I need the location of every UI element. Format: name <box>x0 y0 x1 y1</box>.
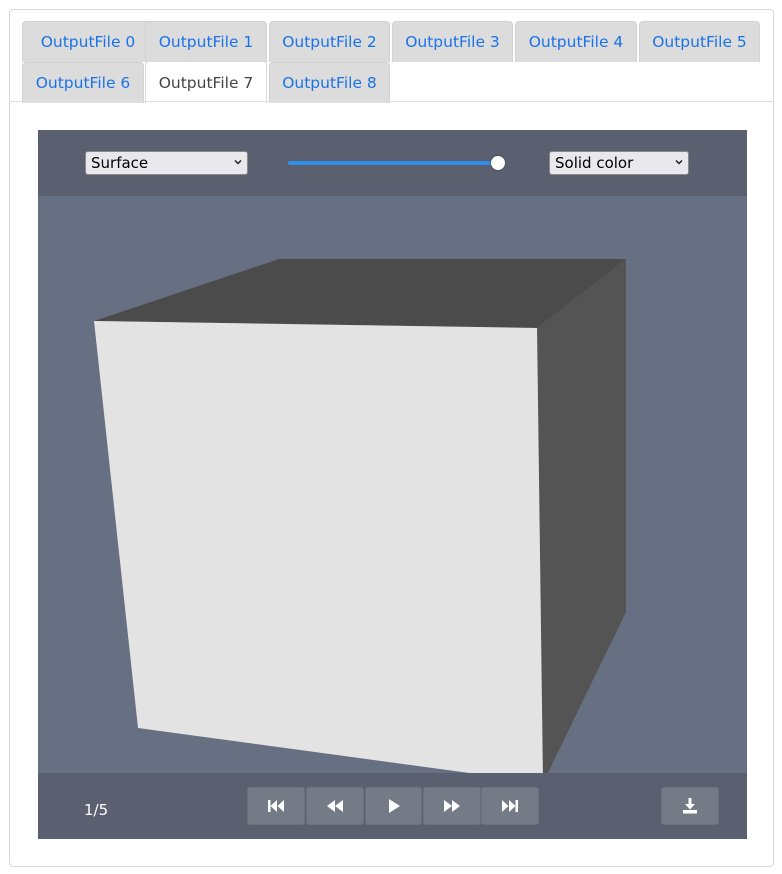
tab-outputfile-8[interactable]: OutputFile 8 <box>269 62 390 103</box>
tab-outputfile-3[interactable]: OutputFile 3 <box>392 21 513 62</box>
tab-outputfile-0[interactable]: OutputFile 0 <box>22 21 154 62</box>
coloring-select-value: Solid color <box>555 154 634 172</box>
tab-outputfile-4[interactable]: OutputFile 4 <box>515 21 637 62</box>
first-frame-button[interactable] <box>247 787 305 825</box>
tab-outputfile-6[interactable]: OutputFile 6 <box>22 62 144 103</box>
coloring-select[interactable]: Solid color <box>549 151 689 175</box>
rewind-icon <box>327 800 343 812</box>
skip-back-icon <box>268 800 284 812</box>
previous-frame-button[interactable] <box>306 787 364 825</box>
chevron-down-icon <box>234 159 242 165</box>
representation-select[interactable]: Surface <box>85 151 248 175</box>
tabs-divider <box>9 101 774 102</box>
last-frame-button[interactable] <box>481 787 539 825</box>
tab-outputfile-5[interactable]: OutputFile 5 <box>639 21 760 62</box>
cube-top-face <box>94 259 626 328</box>
skip-forward-icon <box>502 800 518 812</box>
tab-outputfile-2[interactable]: OutputFile 2 <box>269 21 390 62</box>
play-icon <box>388 799 400 813</box>
output-file-tabs: OutputFile 0 OutputFile 1 OutputFile 2 O… <box>12 12 762 103</box>
frame-counter: 1/5 <box>84 801 109 819</box>
cube-side-face <box>537 259 626 773</box>
render-canvas[interactable] <box>38 196 747 773</box>
tab-outputfile-7[interactable]: OutputFile 7 <box>145 61 267 103</box>
slider-thumb[interactable] <box>491 156 505 170</box>
opacity-slider[interactable] <box>288 154 505 172</box>
chevron-down-icon <box>675 159 683 165</box>
download-button[interactable] <box>661 787 719 825</box>
next-frame-button[interactable] <box>423 787 481 825</box>
slider-track <box>288 161 505 165</box>
tab-outputfile-1[interactable]: OutputFile 1 <box>145 21 267 62</box>
3d-viewer: Surface Solid color 1/5 <box>38 130 747 839</box>
cube-front-face <box>94 321 543 773</box>
representation-select-value: Surface <box>91 154 149 172</box>
viewer-top-toolbar: Surface Solid color <box>38 130 747 196</box>
play-button[interactable] <box>365 787 422 825</box>
fast-forward-icon <box>444 800 460 812</box>
download-icon <box>683 798 697 814</box>
viewer-bottom-toolbar: 1/5 <box>38 773 747 839</box>
